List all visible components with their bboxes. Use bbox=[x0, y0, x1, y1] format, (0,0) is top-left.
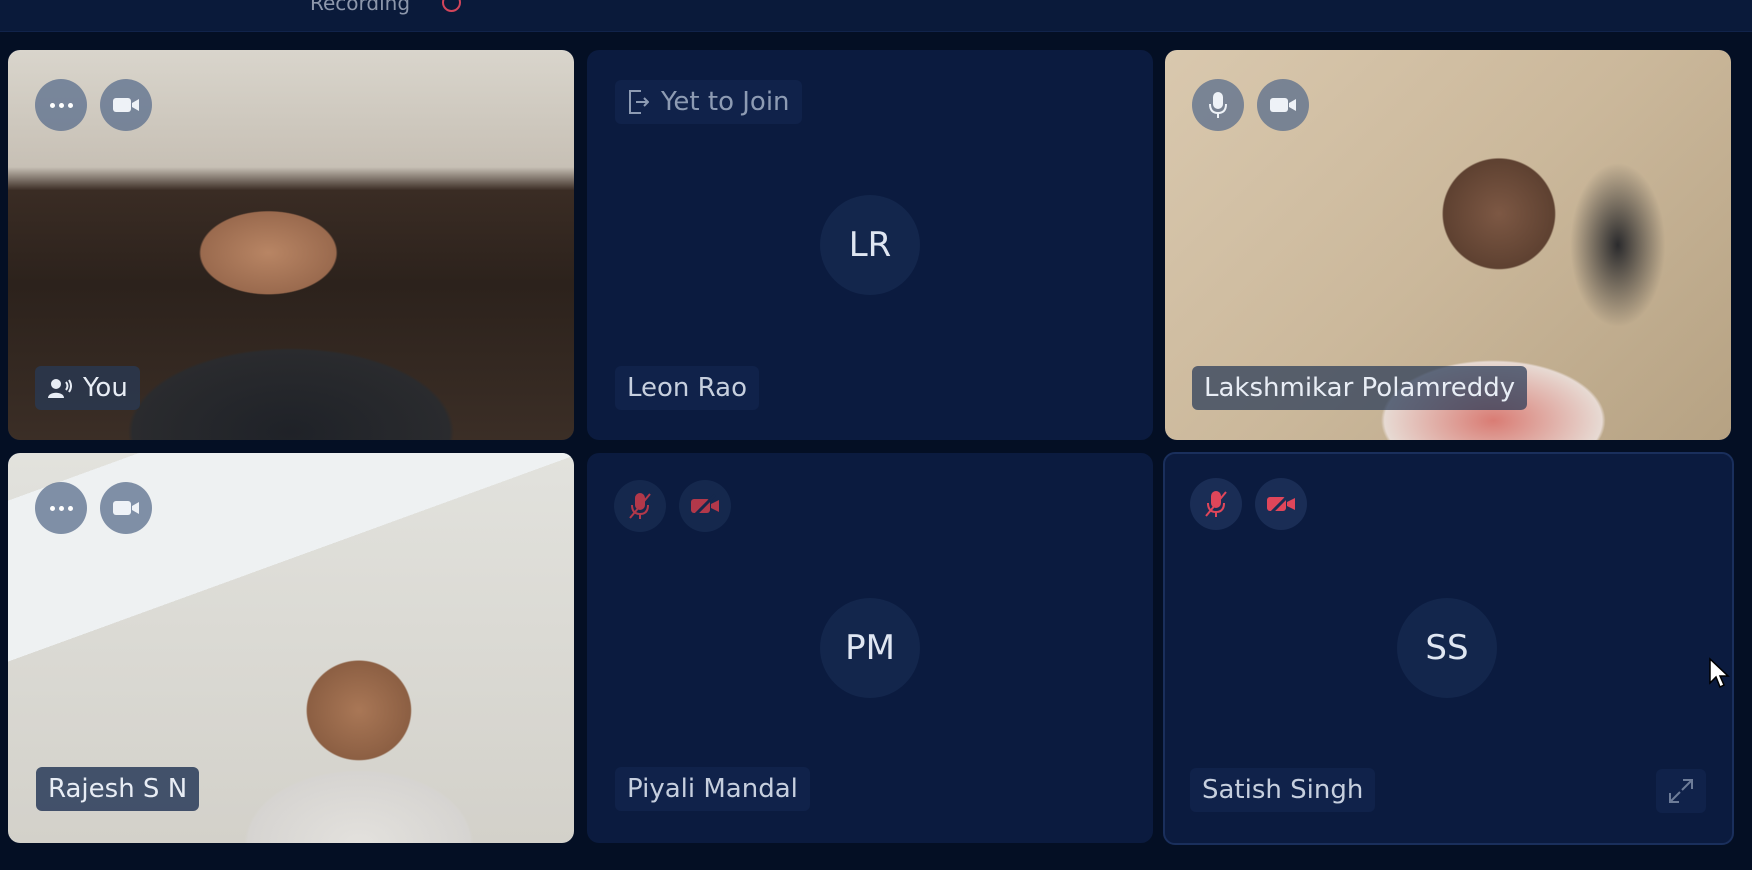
video-camera-icon bbox=[113, 98, 139, 112]
video-off-icon bbox=[1267, 492, 1295, 516]
avatar: LR bbox=[820, 195, 920, 295]
more-icon bbox=[1097, 502, 1102, 507]
tile-menu-button[interactable] bbox=[518, 501, 523, 506]
recording-indicator-icon bbox=[442, 0, 461, 12]
more-icon bbox=[49, 505, 73, 511]
participant-name: Lakshmikar Polamreddy bbox=[1204, 373, 1516, 403]
meeting-top-bar: Recording bbox=[0, 0, 1752, 32]
more-options-button[interactable] bbox=[35, 482, 87, 534]
participant-tile-piyali[interactable]: PM Piyali Mandal bbox=[587, 453, 1153, 843]
avatar: PM bbox=[820, 598, 920, 698]
participant-name: Satish Singh bbox=[1202, 775, 1364, 805]
more-icon bbox=[518, 501, 523, 506]
participant-name-badge: You bbox=[35, 366, 140, 410]
mic-muted-icon bbox=[1205, 491, 1227, 517]
camera-off-button[interactable] bbox=[679, 480, 731, 532]
participant-name-badge: Rajesh S N bbox=[36, 767, 200, 811]
participant-name-badge: Lakshmikar Polamreddy bbox=[1192, 366, 1528, 410]
camera-toggle-button[interactable] bbox=[100, 482, 152, 534]
speaker-icon bbox=[48, 379, 72, 398]
more-icon bbox=[49, 102, 73, 108]
participant-name: You bbox=[83, 373, 128, 403]
cursor-icon bbox=[1709, 657, 1730, 689]
camera-toggle-button[interactable] bbox=[100, 79, 152, 131]
microphone-icon bbox=[1209, 92, 1227, 118]
video-camera-icon bbox=[1270, 98, 1296, 112]
tile-menu-button[interactable] bbox=[1679, 500, 1684, 505]
participant-name-badge: Satish Singh bbox=[1190, 768, 1376, 812]
microphone-button[interactable] bbox=[1192, 79, 1244, 131]
video-off-icon bbox=[691, 494, 719, 518]
avatar: SS bbox=[1397, 598, 1497, 698]
mic-muted-icon bbox=[629, 493, 651, 519]
recording-label: Recording bbox=[310, 0, 411, 15]
more-options-button[interactable] bbox=[35, 79, 87, 131]
tile-menu-button[interactable] bbox=[1097, 502, 1102, 507]
expand-button[interactable] bbox=[1656, 769, 1706, 813]
microphone-muted-button[interactable] bbox=[1190, 478, 1242, 530]
participant-name: Rajesh S N bbox=[48, 774, 188, 804]
video-camera-icon bbox=[113, 501, 139, 515]
participant-tile-rajesh[interactable]: Rajesh S N bbox=[8, 453, 574, 843]
leave-icon bbox=[629, 90, 649, 114]
participant-tile-you[interactable]: You bbox=[8, 50, 574, 440]
participant-tile-leon-rao[interactable]: Yet to Join LR Leon Rao bbox=[587, 50, 1153, 440]
participant-name: Leon Rao bbox=[627, 373, 748, 403]
participant-name-badge: Piyali Mandal bbox=[615, 767, 810, 811]
participant-name-badge: Leon Rao bbox=[615, 366, 760, 410]
camera-button[interactable] bbox=[1257, 79, 1309, 131]
yet-to-join-badge: Yet to Join bbox=[615, 80, 802, 124]
more-icon bbox=[1679, 500, 1684, 505]
expand-icon bbox=[1669, 779, 1693, 803]
microphone-muted-button[interactable] bbox=[614, 480, 666, 532]
participant-tile-satish[interactable]: SS Satish Singh bbox=[1163, 452, 1734, 845]
camera-off-button[interactable] bbox=[1255, 478, 1307, 530]
participant-tile-lakshmikar[interactable]: Lakshmikar Polamreddy bbox=[1165, 50, 1731, 440]
participant-name: Piyali Mandal bbox=[627, 774, 798, 804]
join-status: Yet to Join bbox=[661, 87, 790, 117]
